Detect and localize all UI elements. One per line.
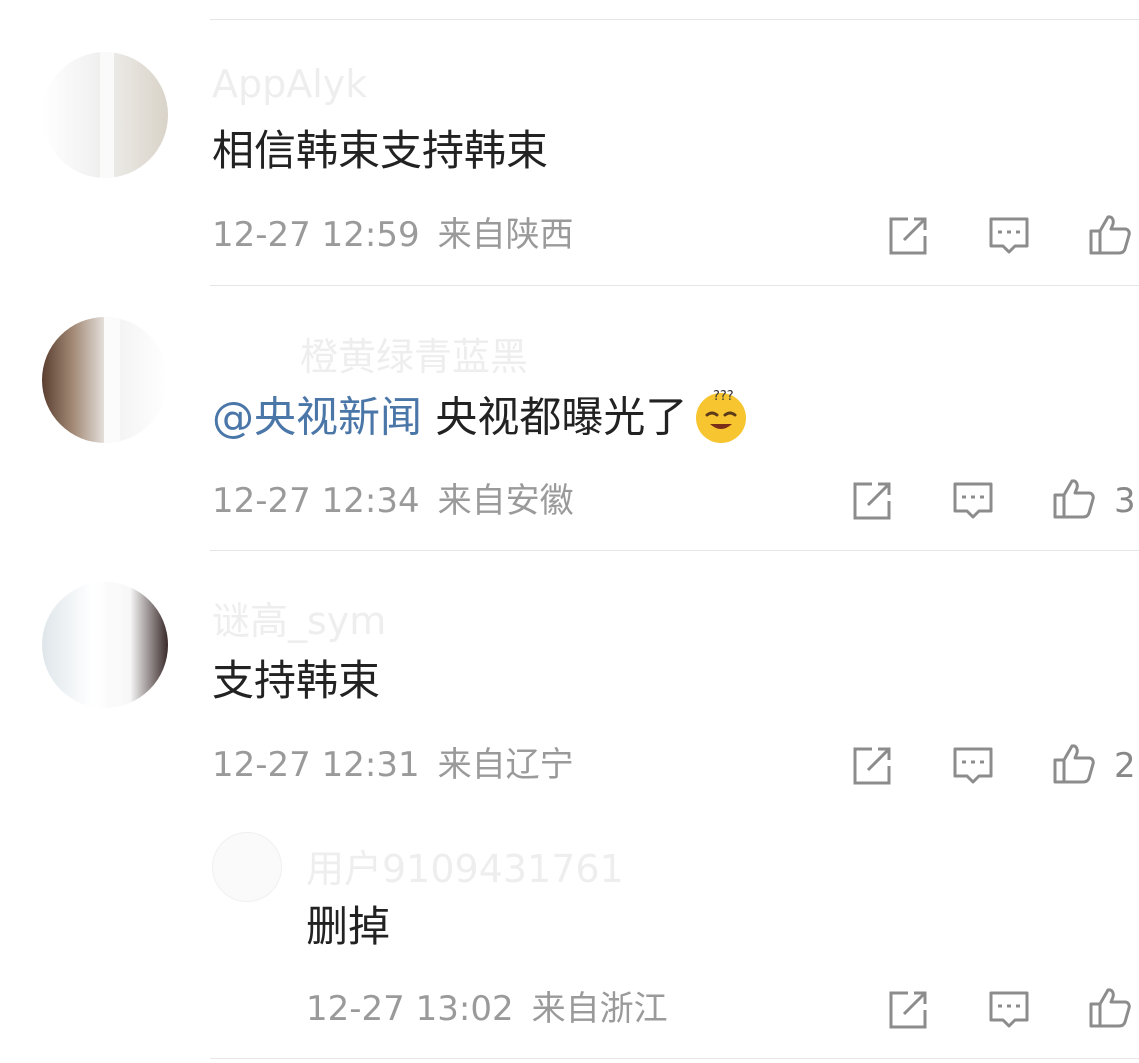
comment-button[interactable] xyxy=(951,479,995,523)
timestamp: 12-27 12:59 xyxy=(212,215,420,255)
comment-text: 支持韩束 xyxy=(212,656,381,705)
like-button[interactable] xyxy=(1088,985,1132,1029)
comment-text: 相信韩束支持韩束 xyxy=(212,126,549,175)
share-icon xyxy=(850,479,894,523)
location: 来自安徽 xyxy=(437,481,574,521)
sleepy-face-emoji: ??? xyxy=(693,388,749,444)
comment-icon xyxy=(987,214,1031,258)
share-icon xyxy=(850,744,894,788)
share-button[interactable] xyxy=(886,214,930,258)
location: 来自浙江 xyxy=(531,989,668,1029)
mention-link[interactable]: @央视新闻 xyxy=(212,393,422,442)
comment-meta: 12-27 12:59 来自陕西 xyxy=(212,218,574,252)
share-button[interactable] xyxy=(850,479,894,523)
timestamp: 12-27 12:31 xyxy=(212,745,420,785)
share-icon xyxy=(886,988,930,1032)
divider xyxy=(210,285,1139,286)
timestamp: 12-27 13:02 xyxy=(306,989,514,1029)
avatar[interactable] xyxy=(42,582,168,708)
like-button[interactable] xyxy=(1088,212,1132,256)
comment-icon xyxy=(987,988,1031,1032)
username[interactable]: AppAlyk xyxy=(212,62,367,106)
comment-button[interactable] xyxy=(951,744,995,788)
username[interactable]: 橙黄绿青蓝黑 xyxy=(300,326,528,381)
comment-meta: 12-27 12:34 来自安徽 xyxy=(212,484,574,518)
comment-meta: 12-27 13:02 来自浙江 xyxy=(306,992,668,1026)
username[interactable]: 谜高_sym xyxy=(212,590,386,645)
avatar[interactable] xyxy=(42,52,168,178)
thumbs-up-icon xyxy=(1052,741,1096,785)
avatar[interactable] xyxy=(42,317,168,443)
location: 来自辽宁 xyxy=(437,745,574,785)
comment-icon xyxy=(951,479,995,523)
comment-text: 删掉 xyxy=(306,902,391,951)
top-divider xyxy=(210,19,1139,20)
share-button[interactable] xyxy=(850,744,894,788)
thumbs-up-icon xyxy=(1052,476,1096,520)
like-button[interactable] xyxy=(1052,741,1096,785)
share-button[interactable] xyxy=(886,988,930,1032)
username[interactable]: 用户9109431761 xyxy=(306,838,624,893)
bottom-divider xyxy=(210,1058,1139,1059)
comment-meta: 12-27 12:31 来自辽宁 xyxy=(212,748,574,782)
divider xyxy=(210,550,1139,551)
comment-text: @央视新闻 央视都曝光了 ??? xyxy=(212,389,749,448)
thumbs-up-icon xyxy=(1088,985,1132,1029)
like-count: 3 xyxy=(1114,481,1136,521)
location: 来自陕西 xyxy=(437,215,574,255)
thumbs-up-icon xyxy=(1088,212,1132,256)
comment-button[interactable] xyxy=(987,214,1031,258)
avatar[interactable] xyxy=(212,832,282,902)
comment-button[interactable] xyxy=(987,988,1031,1032)
comment-icon xyxy=(951,744,995,788)
like-button[interactable] xyxy=(1052,476,1096,520)
timestamp: 12-27 12:34 xyxy=(212,481,420,521)
svg-text:???: ??? xyxy=(713,389,734,404)
share-icon xyxy=(886,214,930,258)
like-count: 2 xyxy=(1114,746,1136,786)
